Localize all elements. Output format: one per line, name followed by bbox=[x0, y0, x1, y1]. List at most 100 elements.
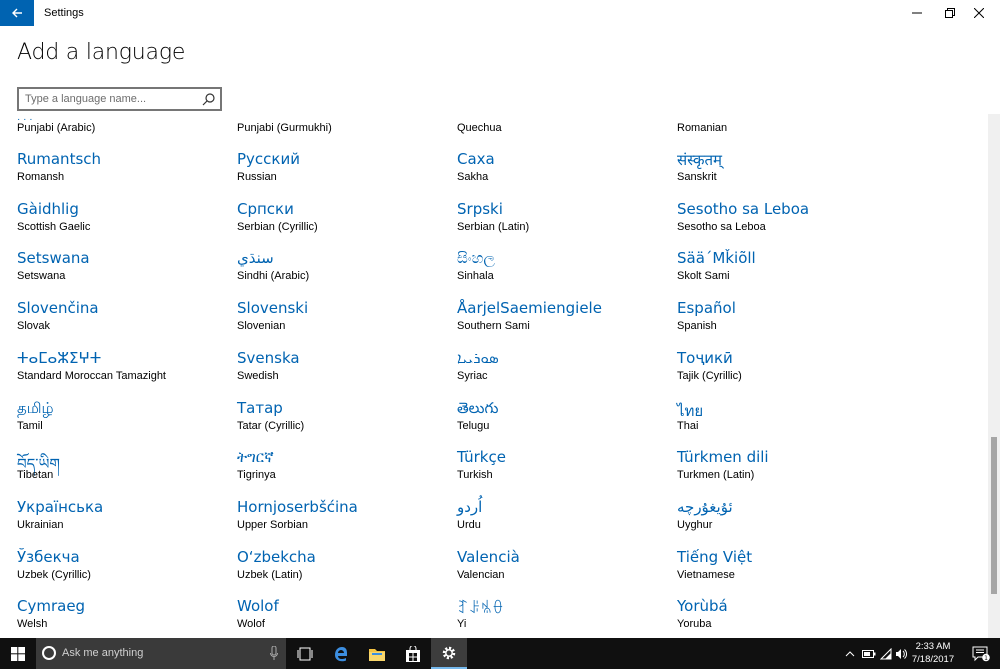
language-native-name: Hornjoserbšćina bbox=[237, 498, 358, 516]
language-option[interactable]: Rumantsch Romansh bbox=[17, 150, 237, 198]
language-english-name: Urdu bbox=[457, 519, 481, 531]
language-option[interactable]: தமிழ் Tamil bbox=[17, 399, 237, 447]
language-option[interactable]: Українська Ukrainian bbox=[17, 498, 237, 546]
scrollbar[interactable] bbox=[988, 114, 1000, 638]
language-option[interactable]: Español Spanish bbox=[677, 299, 897, 347]
task-view-icon bbox=[297, 647, 313, 660]
language-option[interactable]: Српски Serbian (Cyrillic) bbox=[237, 200, 457, 248]
language-native-name: Саха bbox=[457, 150, 495, 168]
cortana-search-box[interactable]: Ask me anything bbox=[36, 638, 286, 669]
title-bar: Settings bbox=[0, 0, 1000, 26]
language-option[interactable]: Hornjoserbšćina Upper Sorbian bbox=[237, 498, 457, 546]
volume-tray-button[interactable] bbox=[894, 638, 908, 669]
store-button[interactable] bbox=[395, 638, 431, 669]
language-native-name: Русский bbox=[237, 150, 300, 168]
restore-icon bbox=[945, 8, 955, 18]
volume-icon bbox=[896, 648, 907, 659]
language-search-input[interactable] bbox=[25, 91, 195, 107]
language-native-name: Татар bbox=[237, 399, 283, 417]
scrollbar-thumb[interactable] bbox=[991, 437, 997, 594]
language-english-name: Russian bbox=[237, 171, 277, 183]
language-option[interactable]: తెలుగు Telugu bbox=[457, 399, 677, 447]
language-native-name: Wolof bbox=[237, 597, 279, 615]
language-english-name: Sakha bbox=[457, 171, 489, 183]
windows-logo-icon bbox=[11, 646, 25, 661]
language-english-name: Romansh bbox=[17, 171, 65, 183]
language-option[interactable]: اُردو Urdu bbox=[457, 498, 677, 546]
language-option[interactable]: ئۇيغۇرچە Uyghur bbox=[677, 498, 897, 546]
settings-taskbar-button[interactable] bbox=[431, 638, 467, 669]
language-english-name: Romanian bbox=[677, 122, 728, 134]
language-option[interactable]: Wolof Wolof bbox=[237, 597, 457, 638]
language-option[interactable]: Türkçe Turkish bbox=[457, 448, 677, 496]
cortana-search-placeholder: Ask me anything bbox=[62, 647, 144, 659]
language-list: · · · Punjabi (Arabic) Punjabi (Gurmukhi)… bbox=[0, 114, 988, 638]
network-tray-button[interactable] bbox=[878, 638, 894, 669]
language-option[interactable]: Valencià Valencian bbox=[457, 548, 677, 596]
language-option[interactable]: Slovenčina Slovak bbox=[17, 299, 237, 347]
language-option[interactable]: संस्कृतम् Sanskrit bbox=[677, 150, 897, 198]
notification-count: 1 bbox=[984, 655, 988, 662]
language-option[interactable]: Ўзбекча Uzbek (Cyrillic) bbox=[17, 548, 237, 596]
language-english-name: Vietnamese bbox=[677, 569, 735, 581]
edge-button[interactable] bbox=[323, 638, 359, 669]
language-english-name: Serbian (Cyrillic) bbox=[237, 221, 318, 233]
language-english-name: Thai bbox=[677, 420, 699, 432]
file-explorer-button[interactable] bbox=[359, 638, 395, 669]
language-option[interactable]: Türkmen dili Turkmen (Latin) bbox=[677, 448, 897, 496]
language-english-name: Quechua bbox=[457, 122, 502, 134]
language-english-name: Tajik (Cyrillic) bbox=[677, 370, 742, 382]
language-english-name: Uzbek (Latin) bbox=[237, 569, 303, 581]
close-button[interactable] bbox=[956, 0, 1000, 26]
language-option[interactable]: Gàidhlig Scottish Gaelic bbox=[17, 200, 237, 248]
language-option[interactable]: සිංහල Sinhala bbox=[457, 249, 677, 297]
language-english-name: Syriac bbox=[457, 370, 488, 382]
language-option[interactable]: Татар Tatar (Cyrillic) bbox=[237, 399, 457, 447]
language-native-name: O‘zbekcha bbox=[237, 548, 316, 566]
task-view-button[interactable] bbox=[287, 638, 323, 669]
language-option[interactable]: Русский Russian bbox=[237, 150, 457, 198]
language-english-name: Scottish Gaelic bbox=[17, 221, 91, 233]
language-native-name: Gàidhlig bbox=[17, 200, 79, 218]
language-option[interactable]: O‘zbekcha Uzbek (Latin) bbox=[237, 548, 457, 596]
language-native-name: Türkmen dili bbox=[677, 448, 769, 466]
language-option[interactable]: ⵜⴰⵎⴰⵣⵉⵖⵜ Standard Moroccan Tamazight bbox=[17, 349, 237, 397]
language-option[interactable]: Sää´Mǩiõll Skolt Sami bbox=[677, 249, 897, 297]
show-hidden-icons-button[interactable] bbox=[842, 638, 858, 669]
language-option[interactable]: ትግርኛ Tigrinya bbox=[237, 448, 457, 496]
language-option[interactable]: ꆈꌠꁱꂷ Yi bbox=[457, 597, 677, 638]
language-option[interactable]: Svenska Swedish bbox=[237, 349, 457, 397]
back-button[interactable] bbox=[0, 0, 34, 26]
language-search-box[interactable] bbox=[17, 87, 222, 111]
language-english-name: Slovak bbox=[17, 320, 51, 332]
language-native-name: తెలుగు bbox=[457, 399, 499, 417]
language-option[interactable]: བོད་ཡིག Tibetan bbox=[17, 448, 237, 496]
language-english-name: Serbian (Latin) bbox=[457, 221, 530, 233]
language-option[interactable]: Саха Sakha bbox=[457, 150, 677, 198]
language-option[interactable]: Setswana Setswana bbox=[17, 249, 237, 297]
microphone-icon[interactable] bbox=[270, 646, 278, 660]
app-title: Settings bbox=[44, 7, 84, 19]
battery-tray-button[interactable] bbox=[860, 638, 878, 669]
language-option[interactable]: Sesotho sa Leboa Sesotho sa Leboa bbox=[677, 200, 897, 248]
language-option[interactable]: Тоҷикӣ Tajik (Cyrillic) bbox=[677, 349, 897, 397]
language-option[interactable]: Tiếng Việt Vietnamese bbox=[677, 548, 897, 596]
language-option[interactable]: Yorùbá Yoruba bbox=[677, 597, 897, 638]
language-option[interactable]: Srpski Serbian (Latin) bbox=[457, 200, 677, 248]
start-button[interactable] bbox=[0, 638, 36, 669]
language-native-name: ትግርኛ bbox=[237, 448, 274, 466]
language-option[interactable]: Slovenski Slovenian bbox=[237, 299, 457, 347]
language-option[interactable]: ไทย Thai bbox=[677, 399, 897, 447]
language-native-name: Cymraeg bbox=[17, 597, 86, 615]
clock[interactable]: 2:33 AM 7/18/2017 bbox=[908, 640, 958, 666]
language-english-name: Tigrinya bbox=[237, 469, 276, 481]
action-center-button[interactable]: 1 bbox=[962, 638, 1000, 669]
language-option[interactable]: Cymraeg Welsh bbox=[17, 597, 237, 638]
language-option[interactable]: ܣܘܪܝܝܐ Syriac bbox=[457, 349, 677, 397]
language-native-name: संस्कृतम् bbox=[677, 151, 723, 169]
language-option[interactable]: سنڌي Sindhi (Arabic) bbox=[237, 249, 457, 297]
language-option[interactable]: ÅarjelSaemiengiele Southern Sami bbox=[457, 299, 677, 347]
folder-icon bbox=[369, 648, 385, 661]
language-native-name: ꆈꌠꁱꂷ bbox=[457, 599, 504, 617]
search-icon[interactable] bbox=[202, 92, 216, 106]
